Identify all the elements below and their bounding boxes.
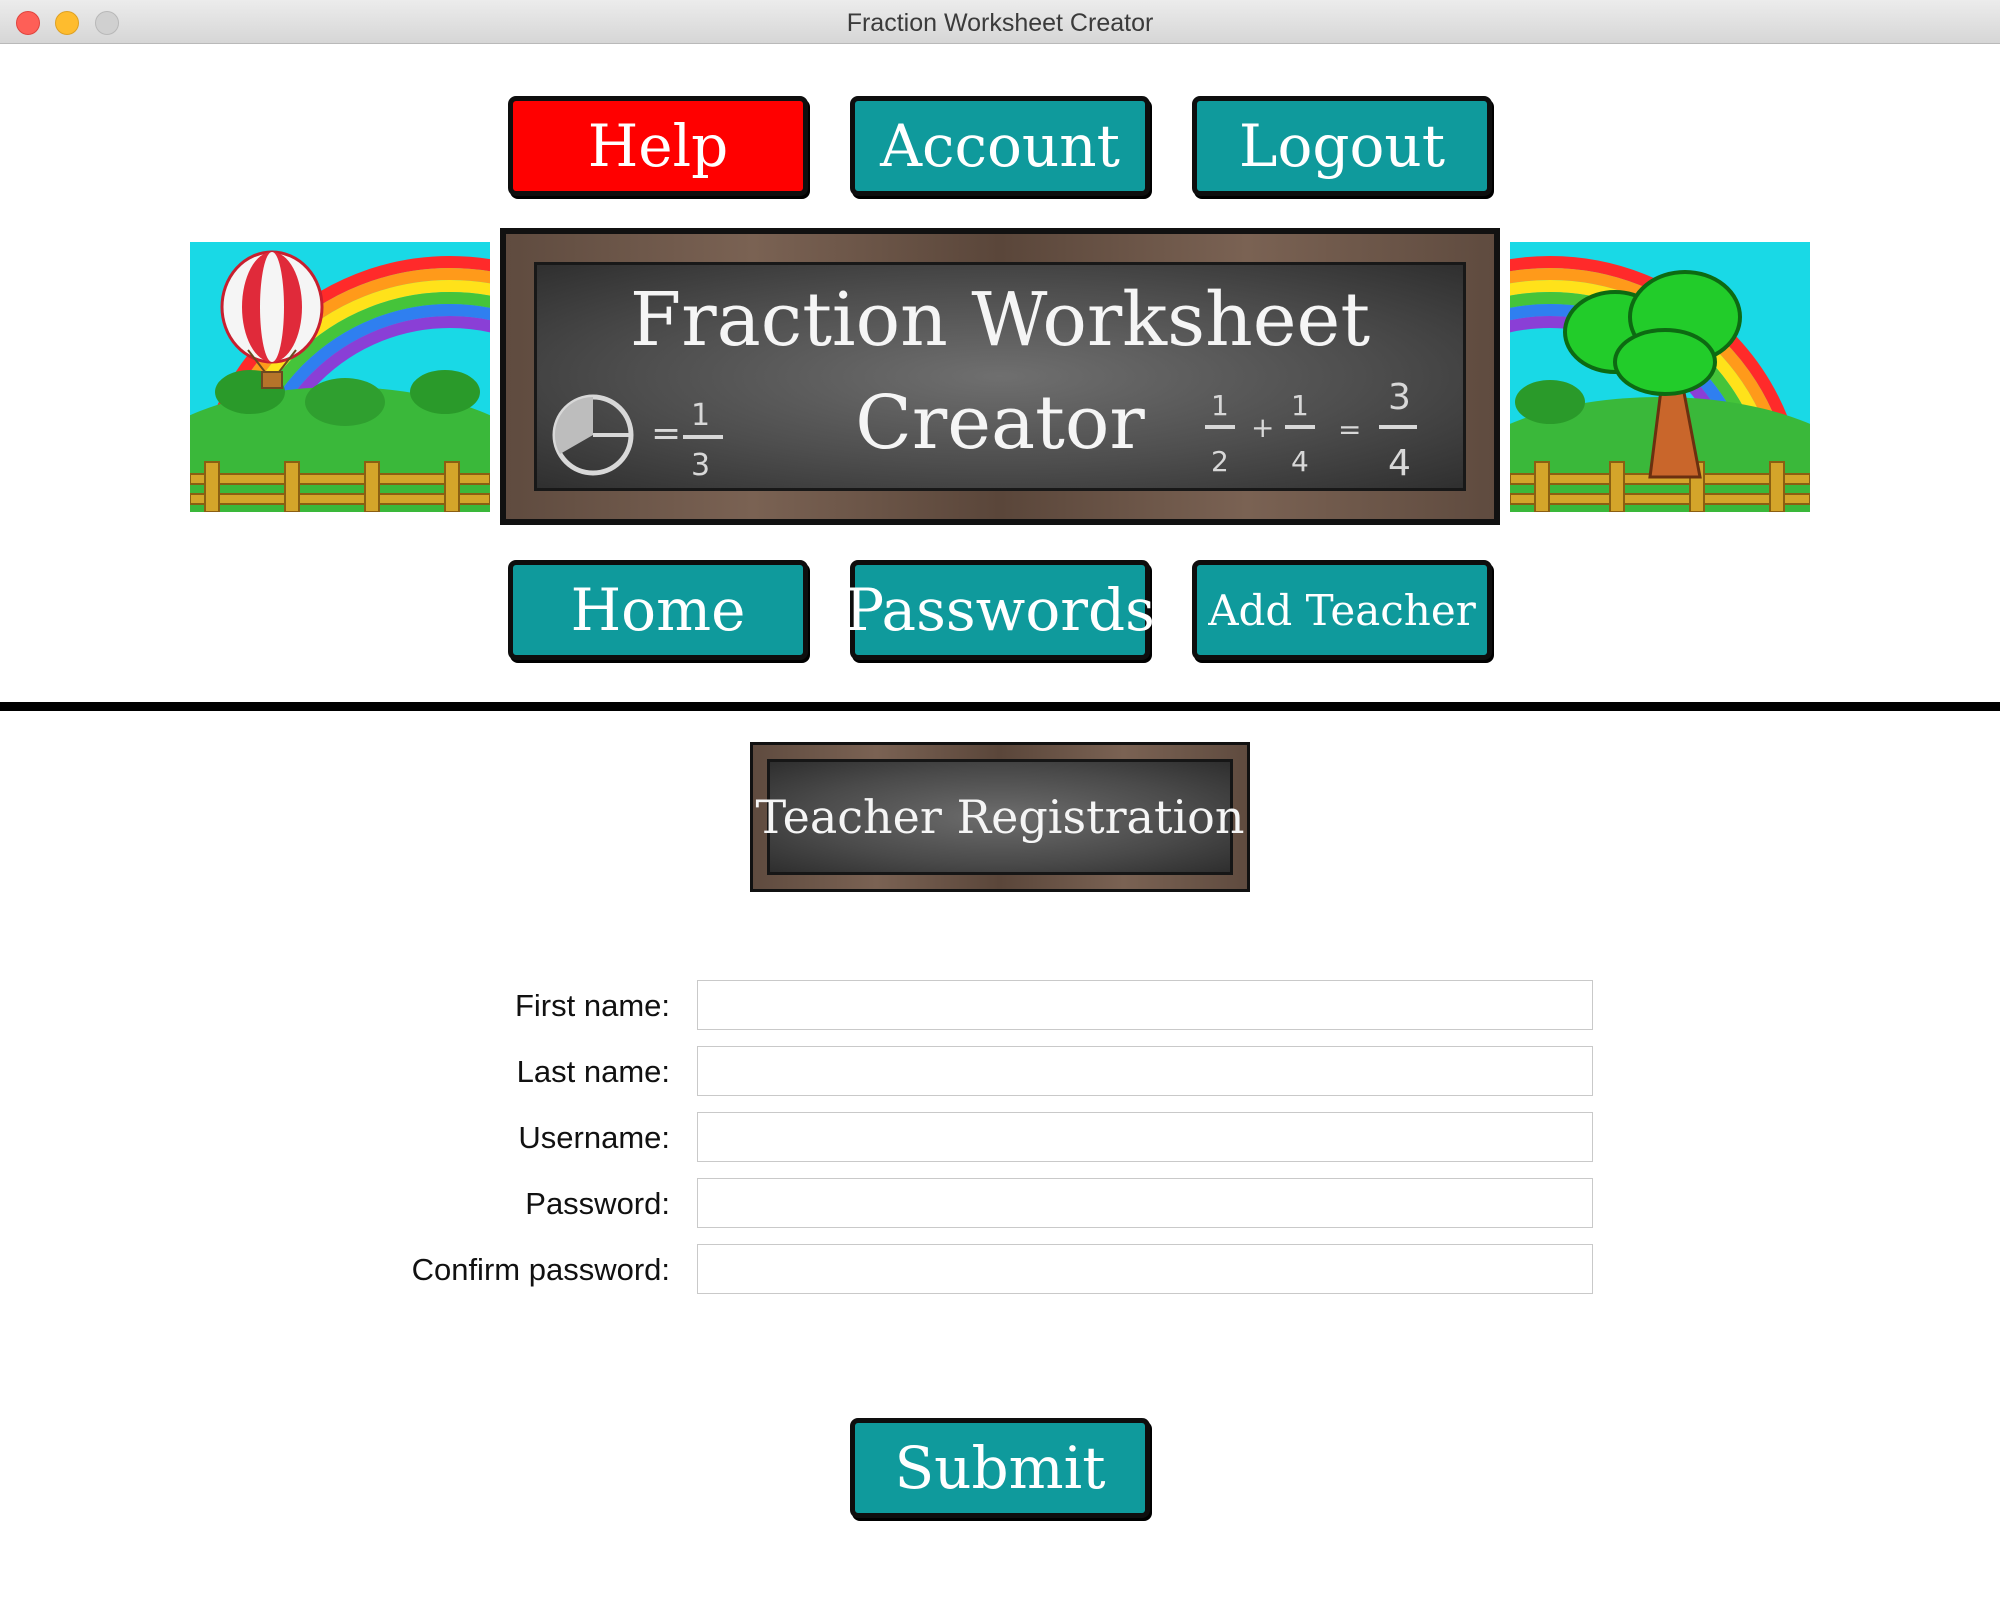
section-divider [0,702,2000,711]
account-button[interactable]: Account [850,96,1150,196]
password-label: Password: [525,1186,670,1221]
passwords-button[interactable]: Passwords [845,560,1155,660]
svg-text:4: 4 [1388,443,1411,484]
registration-heading-board: Teacher Registration [750,742,1250,892]
svg-text:1: 1 [691,398,710,433]
help-button[interactable]: Help [508,96,808,196]
svg-text:2: 2 [1211,445,1229,478]
svg-text:3: 3 [1388,377,1411,418]
confirm-password-label: Confirm password: [411,1252,670,1287]
chalkboard-surface: Fraction Worksheet Creator = 1 3 12 + 14… [534,262,1466,491]
svg-text:+: + [1251,411,1274,444]
username-field[interactable] [697,1112,1593,1162]
last-name-label: Last name: [516,1054,670,1089]
svg-text:=: = [1338,413,1361,446]
window-titlebar: Fraction Worksheet Creator [0,0,2000,44]
home-button[interactable]: Home [508,560,808,660]
submit-button[interactable]: Submit [850,1418,1150,1518]
svg-text:4: 4 [1291,445,1309,478]
registration-heading: Teacher Registration [755,759,1245,875]
pie-fraction-icon: = 1 3 [552,394,723,483]
chalkboard-banner: Fraction Worksheet Creator = 1 3 12 + 14… [500,228,1500,525]
confirm-password-field[interactable] [697,1244,1593,1294]
svg-text:3: 3 [691,448,710,483]
svg-text:=: = [651,413,681,454]
svg-text:1: 1 [1291,389,1309,422]
add-teacher-button[interactable]: Add Teacher [1192,560,1492,660]
last-name-field[interactable] [697,1046,1593,1096]
first-name-field[interactable] [697,980,1593,1030]
first-name-label: First name: [514,988,670,1023]
username-label: Username: [518,1120,670,1155]
balloon-rainbow-image [190,242,490,512]
tree-rainbow-image [1510,242,1810,512]
window-title: Fraction Worksheet Creator [846,9,1154,37]
banner-title-line1: Fraction Worksheet [629,277,1371,363]
password-field[interactable] [697,1178,1593,1228]
fraction-equation-icon: 1 2 + 1 4 = 3 4 [1205,377,1417,484]
svg-text:1: 1 [1211,389,1229,422]
logout-button[interactable]: Logout [1192,96,1492,196]
